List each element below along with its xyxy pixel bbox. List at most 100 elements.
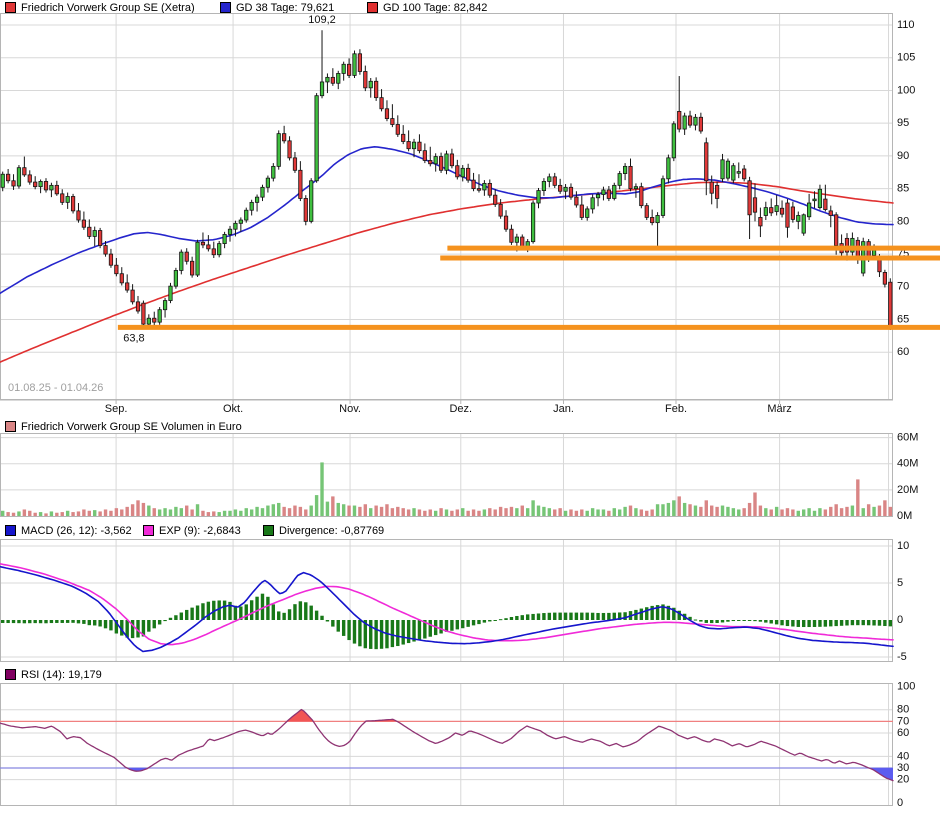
candle-body [212, 249, 215, 255]
divergence-bar [504, 618, 507, 620]
volume-bar [634, 508, 637, 516]
candle-body [353, 54, 356, 76]
candle-body [61, 194, 64, 203]
volume-bar [169, 509, 172, 516]
high-annotation: 109,2 [308, 14, 336, 26]
candle-body [169, 286, 172, 300]
candle-body [504, 216, 507, 229]
candle-body [678, 111, 681, 129]
candle-body [721, 160, 724, 179]
volume-bar [147, 506, 150, 516]
volume-bar [510, 507, 513, 516]
candle-body [705, 143, 708, 181]
candle-body [6, 174, 9, 181]
candle-body [629, 166, 632, 188]
volume-bar [791, 509, 794, 516]
divergence-bar [710, 620, 713, 623]
volume-bar [28, 511, 31, 516]
divergence-bar [272, 604, 275, 620]
divergence-bar [23, 620, 26, 623]
divergence-bar [483, 620, 486, 623]
volume-bar [163, 508, 166, 516]
volume-bar [104, 509, 107, 516]
candle-body [131, 290, 134, 302]
candle-body [623, 166, 626, 173]
volume-bar [272, 504, 275, 516]
candle-body [309, 181, 312, 222]
volume-bar [553, 509, 556, 516]
volume-bar [834, 504, 837, 516]
divergence-bar [596, 613, 599, 620]
volume-bar [66, 511, 69, 516]
candle-body [23, 168, 26, 175]
candle-body [136, 302, 139, 311]
candle-body [1, 174, 4, 187]
candle-body [66, 196, 69, 202]
candle-body [780, 208, 783, 214]
candle-body [558, 185, 561, 191]
candle-body [807, 203, 810, 217]
divergence-bar [862, 620, 865, 625]
candle-body [180, 252, 183, 270]
candle-body [93, 231, 96, 237]
divergence-bar [66, 620, 69, 623]
volume-bar [829, 507, 832, 516]
candle-body [299, 170, 302, 198]
candle-body [829, 211, 832, 216]
chart-canvas[interactable]: 1101051009590858075706560109,263,8Sep.Ok… [0, 0, 940, 814]
volume-bar [694, 506, 697, 516]
volume-bar [580, 509, 583, 516]
candle-body [569, 187, 572, 197]
volume-bar [185, 506, 188, 516]
divergence-bar [304, 602, 307, 620]
divergence-bar [521, 615, 524, 620]
divergence-bar [867, 620, 870, 625]
candle-body [575, 197, 578, 205]
candle-body [634, 187, 637, 189]
volume-bar [212, 511, 215, 516]
volume-bar [239, 511, 242, 516]
volume-bar [883, 500, 886, 516]
volume-bar [23, 509, 26, 516]
candle-body [347, 64, 350, 75]
candle-body [174, 270, 177, 286]
divergence-bar [293, 604, 296, 620]
candle-body [17, 168, 20, 186]
divergence-bar [834, 620, 837, 626]
volume-bar [434, 511, 437, 516]
volume-bar [775, 507, 778, 516]
volume-bar [623, 507, 626, 516]
volume-bar [385, 504, 388, 516]
volume-bar [840, 508, 843, 516]
divergence-bar [797, 620, 800, 627]
volume-bar [715, 507, 718, 516]
candle-body [477, 189, 480, 191]
volume-bar [82, 509, 85, 516]
volume-bar [878, 506, 881, 516]
candle-body [889, 282, 892, 325]
volume-bar [499, 507, 502, 516]
volume-bar [461, 508, 464, 516]
divergence-bar [299, 601, 302, 620]
divergence-bar [77, 620, 80, 623]
candle-body [883, 272, 886, 284]
candle-body [466, 168, 469, 180]
divergence-bar [180, 613, 183, 620]
candle-body [109, 254, 112, 265]
volume-bar [726, 507, 729, 516]
candle-body [255, 197, 258, 202]
divergence-bar [158, 620, 161, 624]
divergence-bar [575, 613, 578, 620]
candle-body [396, 124, 399, 134]
candle-body [207, 245, 210, 249]
volume-bar [174, 507, 177, 516]
month-label: Jan. [553, 403, 574, 415]
divergence-bar [407, 620, 410, 643]
divergence-bar [93, 620, 96, 625]
volume-bar [569, 509, 572, 516]
volume-bar [699, 507, 702, 516]
divergence-bar [28, 620, 31, 623]
candle-body [661, 179, 664, 216]
volume-bar [618, 509, 621, 516]
candle-body [163, 301, 166, 310]
